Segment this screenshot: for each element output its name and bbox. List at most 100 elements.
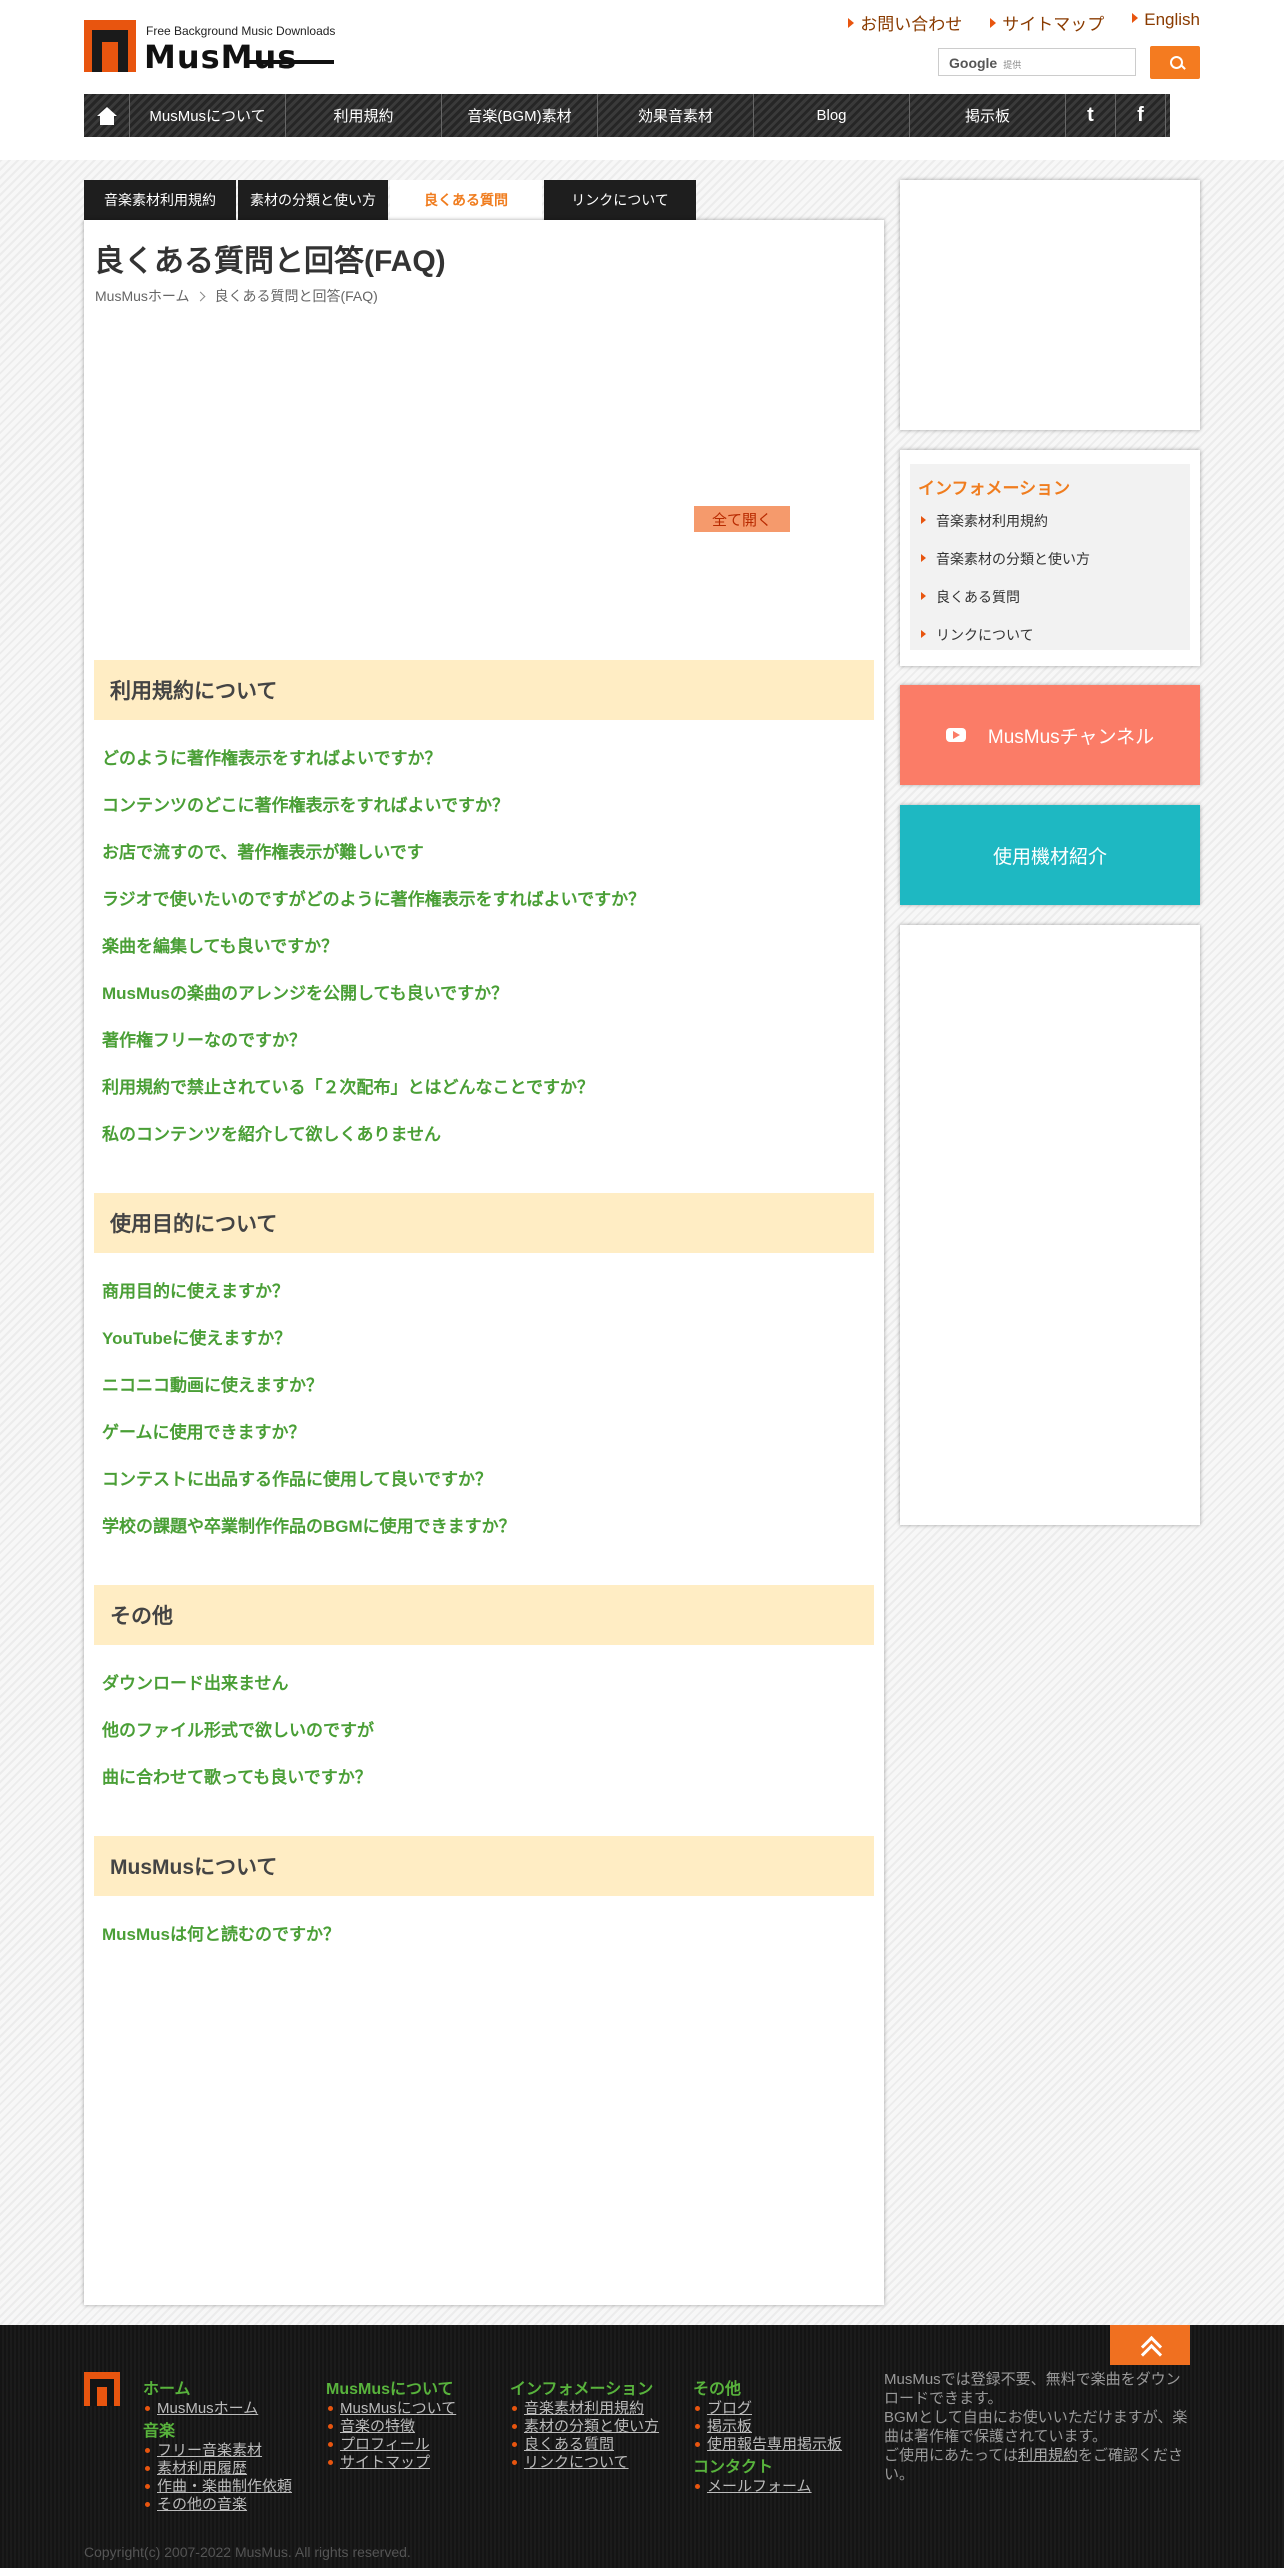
nav-music[interactable]: 音楽(BGM)素材	[442, 94, 598, 137]
footer-heading[interactable]: コンタクト	[693, 2458, 842, 2478]
footer-link[interactable]: 作曲・楽曲制作依頼	[143, 2478, 292, 2496]
search-input[interactable]: Google 提供	[938, 48, 1136, 76]
logo-mark-icon	[84, 20, 136, 72]
breadcrumb-home[interactable]: MusMusホーム	[95, 288, 189, 304]
footer-logo-icon[interactable]	[84, 2372, 120, 2406]
faq-question[interactable]: 楽曲を編集しても良いですか？	[102, 932, 338, 957]
footer-heading[interactable]: インフォメーション	[510, 2380, 659, 2400]
faq-question[interactable]: 利用規約で禁止されている「２次配布」とはどんなことですか？	[102, 1073, 594, 1098]
footer-link[interactable]: 素材の分類と使い方	[510, 2418, 659, 2436]
footer-note-line: MusMusでは登録不要、無料で楽曲をダウンロードできます。	[884, 2371, 1181, 2407]
nav-board[interactable]: 掲示板	[910, 94, 1066, 137]
footer-heading[interactable]: その他	[693, 2380, 842, 2400]
footer-link[interactable]: フリー音楽素材	[143, 2442, 292, 2460]
expand-all-button[interactable]: 全て開く	[694, 506, 790, 532]
faq-question[interactable]: MusMusは何と読むのですか？	[102, 1920, 340, 1945]
footer-col-info: インフォメーション 音楽素材利用規約 素材の分類と使い方 良くある質問 リンクに…	[510, 2380, 659, 2472]
faq-question[interactable]: どのように著作権表示をすればよいですか？	[102, 744, 442, 769]
footer-link[interactable]: サイトマップ	[326, 2454, 456, 2472]
footer-heading[interactable]: ホーム	[143, 2380, 292, 2400]
sitemap-link[interactable]: サイトマップ	[990, 10, 1104, 35]
logo-underline	[244, 60, 334, 64]
main-content: 良くある質問と回答(FAQ) MusMusホーム 良くある質問と回答(FAQ) 利…	[84, 220, 884, 2305]
logo-tagline: Free Background Music Downloads	[146, 24, 336, 38]
faq-question[interactable]: お店で流すので、著作権表示が難しいです	[102, 838, 424, 863]
faq-question[interactable]: 他のファイル形式で欲しいのですが	[102, 1716, 374, 1741]
facebook-icon[interactable]: f	[1116, 94, 1166, 137]
twitter-icon[interactable]: t	[1066, 94, 1116, 137]
tab-terms[interactable]: 音楽素材利用規約	[84, 180, 236, 220]
footer-link[interactable]: 素材利用履歴	[143, 2460, 292, 2478]
section-heading: 使用目的について	[94, 1193, 874, 1253]
footer-link[interactable]: 音楽素材利用規約	[510, 2400, 659, 2418]
faq-question[interactable]: ダウンロード出来ません	[102, 1669, 289, 1694]
sidebar-item-faq[interactable]: 良くある質問	[918, 587, 1182, 625]
nav-terms[interactable]: 利用規約	[286, 94, 442, 137]
faq-question[interactable]: YouTubeに使えますか？	[102, 1324, 291, 1349]
footer-note-line: ご使用にあたっては利用規約をご確認ください。	[884, 2447, 1183, 2483]
english-link[interactable]: English	[1132, 10, 1200, 35]
sidebar-info-title: インフォメーション	[918, 479, 1071, 498]
sidebar-item-categories[interactable]: 音楽素材の分類と使い方	[918, 549, 1182, 587]
footer-note-line: BGMとして自由にお使いいただけますが、楽曲は著作権で保護されています。	[884, 2409, 1188, 2445]
faq-question[interactable]: 著作権フリーなのですか？	[102, 1026, 306, 1051]
site-logo[interactable]: Free Background Music Downloads MusMus	[84, 18, 336, 76]
footer-link[interactable]: メールフォーム	[693, 2478, 842, 2496]
footer-note: MusMusでは登録不要、無料で楽曲をダウンロードできます。 BGMとして自由に…	[884, 2370, 1194, 2484]
contact-link[interactable]: お問い合わせ	[848, 10, 962, 35]
tab-links[interactable]: リンクについて	[544, 180, 696, 220]
faq-question[interactable]: コンテンツのどこに著作権表示をすればよいですか？	[102, 791, 509, 816]
breadcrumb: MusMusホーム 良くある質問と回答(FAQ)	[95, 286, 378, 306]
tab-faq[interactable]: 良くある質問	[390, 180, 542, 220]
breadcrumb-current: 良くある質問と回答(FAQ)	[214, 288, 378, 304]
footer-link[interactable]: 掲示板	[693, 2418, 842, 2436]
nav-blog[interactable]: Blog	[754, 94, 910, 137]
faq-question[interactable]: 曲に合わせて歌っても良いですか？	[102, 1763, 372, 1788]
footer-link[interactable]: 音楽の特徴	[326, 2418, 456, 2436]
footer-link[interactable]: ブログ	[693, 2400, 842, 2418]
nav-about[interactable]: MusMusについて	[130, 94, 286, 137]
footer-col-other: その他 ブログ 掲示板 使用報告専用掲示板 コンタクト メールフォーム	[693, 2380, 842, 2496]
search-button[interactable]	[1150, 46, 1200, 79]
footer-col-about: MusMusについて MusMusについて 音楽の特徴 プロフィール サイトマッ…	[326, 2380, 456, 2472]
nav-home[interactable]	[84, 94, 130, 137]
scroll-top-button[interactable]	[1110, 2325, 1190, 2365]
footer-link[interactable]: MusMusについて	[326, 2400, 456, 2418]
youtube-icon	[945, 728, 966, 742]
sidebar-item-links[interactable]: リンクについて	[918, 625, 1182, 663]
faq-question[interactable]: ゲームに使用できますか？	[102, 1418, 306, 1443]
terms-link[interactable]: 利用規約	[1018, 2447, 1078, 2464]
faq-question[interactable]: ラジオで使いたいのですがどのように著作権表示をすればよいですか？	[102, 885, 645, 910]
faq-question[interactable]: ニコニコ動画に使えますか？	[102, 1371, 323, 1396]
footer-link[interactable]: 良くある質問	[510, 2436, 659, 2454]
footer-link[interactable]: 使用報告専用掲示板	[693, 2436, 842, 2454]
search-brand: Google 提供	[949, 55, 1022, 71]
faq-question[interactable]: コンテストに出品する作品に使用して良いですか？	[102, 1465, 492, 1490]
footer-link[interactable]: プロフィール	[326, 2436, 456, 2454]
footer-link[interactable]: MusMusホーム	[143, 2400, 292, 2418]
youtube-channel-button[interactable]: MusMusチャンネル	[900, 685, 1200, 785]
faq-question[interactable]: 私のコンテンツを紹介して欲しくありません	[102, 1120, 441, 1145]
faq-question[interactable]: 商用目的に使えますか？	[102, 1277, 289, 1302]
footer-link[interactable]: その他の音楽	[143, 2496, 292, 2514]
sidebar-item-terms[interactable]: 音楽素材利用規約	[918, 511, 1182, 549]
home-icon	[96, 106, 117, 125]
copyright: Copyright(c) 2007-2022 MusMus. All right…	[84, 2544, 411, 2560]
faq-question[interactable]: 学校の課題や卒業制作作品のBGMに使用できますか？	[102, 1512, 516, 1537]
footer-heading[interactable]: 音楽	[143, 2422, 292, 2442]
sidebar-ad-box	[900, 180, 1200, 430]
top-links: お問い合わせ サイトマップ English	[848, 10, 1200, 35]
channel-label: MusMusチャンネル	[987, 726, 1155, 748]
tab-categories[interactable]: 素材の分類と使い方	[238, 180, 388, 220]
main-nav: MusMusについて 利用規約 音楽(BGM)素材 効果音素材 Blog 掲示板…	[84, 94, 1170, 137]
faq-question[interactable]: MusMusの楽曲のアレンジを公開しても良いですか？	[102, 979, 508, 1004]
page-title: 良くある質問と回答(FAQ)	[94, 245, 446, 278]
footer-heading[interactable]: MusMusについて	[326, 2380, 456, 2400]
nav-sfx[interactable]: 効果音素材	[598, 94, 754, 137]
sidebar-ad-box-2	[900, 925, 1200, 1525]
logo-name: MusMus	[144, 38, 298, 76]
faq-tabs: 音楽素材利用規約 素材の分類と使い方 良くある質問 リンクについて	[84, 180, 698, 220]
chevron-right-icon	[196, 291, 206, 302]
footer-link[interactable]: リンクについて	[510, 2454, 659, 2472]
equipment-button[interactable]: 使用機材紹介	[900, 805, 1200, 905]
